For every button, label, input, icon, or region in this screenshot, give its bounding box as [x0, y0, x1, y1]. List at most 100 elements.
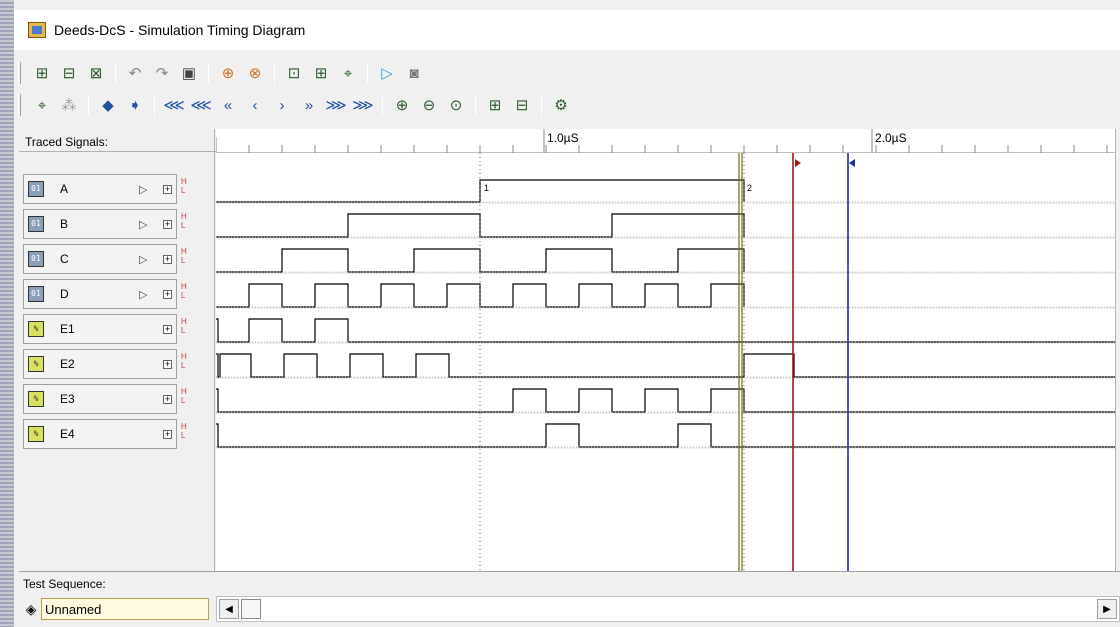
hl-indicator: HL — [181, 422, 187, 440]
hl-high-label: H — [181, 212, 187, 221]
open-trace-icon[interactable]: ⊞ — [30, 61, 54, 85]
waveform-area[interactable]: 12 — [216, 153, 1115, 571]
clear-trace-icon[interactable]: ⊠ — [84, 61, 108, 85]
scroll-left-icon[interactable]: ◀ — [219, 599, 239, 619]
expand-icon[interactable]: + — [163, 289, 172, 299]
test-sequence-field: ◈ — [23, 596, 211, 622]
zoom-out-icon[interactable]: ⊖ — [417, 93, 441, 117]
expand-icon[interactable]: + — [163, 394, 172, 404]
signal-row-e3[interactable]: % E3 + — [23, 384, 177, 414]
last-icon[interactable]: ⋙ — [351, 93, 375, 117]
remove-signal-icon[interactable]: ⊗ — [243, 61, 267, 85]
probe-select-icon[interactable]: ⌖ — [30, 93, 54, 117]
probe-arrow-icon[interactable]: ▷ — [139, 253, 147, 266]
expand-icon[interactable]: + — [163, 359, 172, 369]
expand-icon[interactable]: + — [163, 429, 172, 439]
run-icon[interactable]: ▷ — [375, 61, 399, 85]
hl-indicator: HL — [181, 247, 187, 265]
toolbar-separator — [115, 62, 116, 84]
signal-down-icon[interactable]: ⊟ — [510, 93, 534, 117]
zoom-region-icon[interactable]: ⊞ — [309, 61, 333, 85]
toolbar-grip — [18, 62, 21, 84]
time-ruler: 1.0µS 2.0µS — [215, 129, 1115, 153]
output-signal-icon: % — [28, 321, 44, 337]
hl-high-label: H — [181, 282, 187, 291]
signal-row-b[interactable]: 01 B ▷ + — [23, 209, 177, 239]
first-icon[interactable]: ⋘ — [162, 93, 186, 117]
main-window: Deeds-DcS - Simulation Timing Diagram ⊞ … — [0, 0, 1120, 627]
expand-icon[interactable]: + — [163, 254, 172, 264]
marker-label-2: 2 — [747, 183, 752, 193]
probe-icon[interactable]: ⌖ — [336, 61, 360, 85]
signal-row-e4[interactable]: % E4 + — [23, 419, 177, 449]
redo-icon[interactable]: ↷ — [150, 61, 174, 85]
signal-name: A — [60, 182, 69, 196]
stop-icon[interactable]: ◙ — [402, 61, 426, 85]
input-signal-icon: 01 — [28, 251, 44, 267]
expand-icon[interactable]: + — [163, 324, 172, 334]
signal-row-c[interactable]: 01 C ▷ + — [23, 244, 177, 274]
toolbar-navigation: ⌖ ⁂ ◆ ➧ ⋘ ⋘ « ‹ › » ⋙ ⋙ ⊕ ⊖ ⊙ ⊞ ⊟ ⚙ — [18, 91, 573, 119]
arrow-right-icon[interactable]: ➧ — [123, 93, 147, 117]
input-signal-icon: 01 — [28, 286, 44, 302]
output-signal-icon: % — [28, 356, 44, 372]
toolbar-separator — [475, 94, 476, 116]
ruler-svg — [215, 129, 1108, 153]
hl-indicator: HL — [181, 352, 187, 370]
marker-label-1: 1 — [484, 183, 489, 193]
clipboard-icon[interactable]: ▣ — [177, 61, 201, 85]
vertical-scrollbar[interactable] — [1115, 129, 1120, 571]
toolbar-separator — [541, 94, 542, 116]
signal-name: E3 — [60, 392, 75, 406]
step-back-icon[interactable]: ‹ — [243, 93, 267, 117]
hl-high-label: H — [181, 247, 187, 256]
fast-forward-icon[interactable]: ⋙ — [324, 93, 348, 117]
probe-arrow-icon[interactable]: ▷ — [139, 218, 147, 231]
hl-low-label: L — [181, 361, 186, 370]
fast-back-icon[interactable]: ⋘ — [189, 93, 213, 117]
sequence-icon: ◈ — [25, 600, 37, 617]
forward-icon[interactable]: » — [297, 93, 321, 117]
window-left-border — [0, 0, 14, 627]
probe-pattern-icon[interactable]: ⁂ — [57, 93, 81, 117]
back-icon[interactable]: « — [216, 93, 240, 117]
horizontal-scrollbar[interactable]: ◀ ▶ — [216, 596, 1120, 622]
zoom-in-icon[interactable]: ⊕ — [390, 93, 414, 117]
cursor-flag-icon[interactable] — [849, 159, 855, 167]
save-trace-icon[interactable]: ⊟ — [57, 61, 81, 85]
zoom-fit-icon[interactable]: ⊡ — [282, 61, 306, 85]
probe-arrow-icon[interactable]: ▷ — [139, 183, 147, 196]
app-icon — [28, 22, 46, 38]
scroll-thumb[interactable] — [241, 599, 261, 619]
expand-icon[interactable]: + — [163, 184, 172, 194]
settings-icon[interactable]: ⚙ — [549, 93, 573, 117]
hl-low-label: L — [181, 291, 186, 300]
hl-low-label: L — [181, 431, 186, 440]
toolbar-top: ⊞ ⊟ ⊠ ↶ ↷ ▣ ⊕ ⊗ ⊡ ⊞ ⌖ ▷ ◙ — [18, 59, 426, 87]
probe-arrow-icon[interactable]: ▷ — [139, 288, 147, 301]
undo-icon[interactable]: ↶ — [123, 61, 147, 85]
signal-up-icon[interactable]: ⊞ — [483, 93, 507, 117]
hl-indicator: HL — [181, 212, 187, 230]
signal-row-a[interactable]: 01 A ▷ + — [23, 174, 177, 204]
add-signal-icon[interactable]: ⊕ — [216, 61, 240, 85]
expand-icon[interactable]: + — [163, 219, 172, 229]
signal-row-e1[interactable]: % E1 + — [23, 314, 177, 344]
waveform-signal-a — [216, 179, 745, 203]
hl-low-label: L — [181, 221, 186, 230]
signal-row-e2[interactable]: % E2 + — [23, 349, 177, 379]
arrow-left-icon[interactable]: ◆ — [96, 93, 120, 117]
scroll-right-icon[interactable]: ▶ — [1097, 599, 1117, 619]
marker-flag-icon[interactable] — [795, 159, 801, 167]
test-sequence-label: Test Sequence: — [23, 577, 106, 591]
window-title: Deeds-DcS - Simulation Timing Diagram — [54, 22, 306, 38]
waveform-signal-d — [216, 283, 745, 308]
signal-row-d[interactable]: 01 D ▷ + — [23, 279, 177, 309]
sequence-name-input[interactable] — [41, 598, 209, 620]
waveform-signal-e3 — [216, 388, 1115, 413]
toolbar-separator — [88, 94, 89, 116]
step-forward-icon[interactable]: › — [270, 93, 294, 117]
waveform-signal-c — [216, 248, 745, 273]
zoom-fit-icon[interactable]: ⊙ — [444, 93, 468, 117]
hl-indicator: HL — [181, 317, 187, 335]
